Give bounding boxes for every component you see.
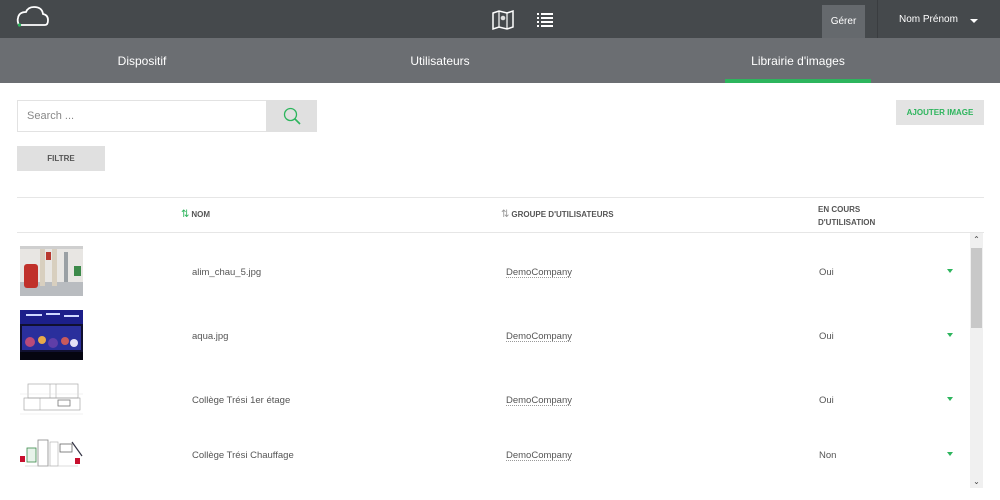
add-image-button[interactable]: AJOUTER IMAGE [896,100,984,125]
thumbnail-boiler-room-photo[interactable] [20,246,83,296]
search-input[interactable] [18,101,266,131]
user-menu[interactable]: Nom Prénom [878,0,1000,38]
filter-button[interactable]: FILTRE [17,146,105,171]
table-header-divider [17,232,984,233]
manage-button[interactable]: Gérer [822,5,865,38]
usage-status: Non [819,450,837,461]
image-name: Collège Trési Chauffage [192,450,294,461]
sort-icon: ⇅ [181,209,190,220]
search-icon [283,107,301,125]
thumbnail-floor-plan-drawing[interactable] [20,376,83,426]
caret-down-icon [970,19,978,23]
row-expand-caret-icon[interactable] [947,333,953,337]
column-header-group-label: GROUPE D'UTILISATEURS [511,210,614,219]
table-divider [17,197,984,198]
user-name: Nom Prénom [899,13,958,25]
map-icon[interactable] [491,9,515,31]
scroll-up-icon[interactable]: ⌃ [970,233,983,246]
image-name: Collège Trési 1er étage [192,395,291,406]
table-row[interactable]: Collège Trési Chauffage DemoCompany Non [17,426,967,486]
column-header-usage-line2: D'UTILISATION [818,218,876,227]
row-expand-caret-icon[interactable] [947,397,953,401]
column-header-usage: EN COURS D'UTILISATION [818,203,875,229]
user-group-link[interactable]: DemoCompany [506,450,572,461]
tab-image-library[interactable]: Librairie d'images [698,38,898,83]
tab-users[interactable]: Utilisateurs [340,38,540,83]
cloud-icon[interactable] [14,4,50,30]
usage-status: Oui [819,331,834,342]
column-header-group[interactable]: ⇅ GROUPE D'UTILISATEURS [501,209,614,220]
tab-device[interactable]: Dispositif [42,38,242,83]
table-row[interactable]: aqua.jpg DemoCompany Oui [17,306,967,366]
thumbnail-heating-schematic[interactable] [20,432,83,482]
row-expand-caret-icon[interactable] [947,269,953,273]
table-scrollbar[interactable]: ⌃ ⌄ [970,233,983,488]
column-header-name[interactable]: ⇅ NOM [181,209,210,220]
usage-status: Oui [819,267,834,278]
top-bar: Gérer Nom Prénom [0,0,1000,38]
search-button[interactable] [266,100,317,132]
image-name: alim_chau_5.jpg [192,267,262,278]
usage-status: Oui [819,395,834,406]
user-group-link[interactable]: DemoCompany [506,331,572,342]
scroll-down-icon[interactable]: ⌄ [970,475,983,488]
list-icon[interactable] [537,11,553,29]
active-tab-indicator [725,79,871,83]
image-name: aqua.jpg [192,331,229,342]
column-header-usage-line1: EN COURS [818,205,861,214]
search-box [17,100,266,132]
sort-icon: ⇅ [501,209,510,220]
user-group-link[interactable]: DemoCompany [506,267,572,278]
row-expand-caret-icon[interactable] [947,452,953,456]
user-group-link[interactable]: DemoCompany [506,395,572,406]
table-row[interactable]: Collège Trési 1er étage DemoCompany Oui [17,370,967,430]
tab-bar: Dispositif Utilisateurs Librairie d'imag… [0,38,1000,83]
scrollbar-thumb[interactable] [971,248,982,328]
thumbnail-aquarium-photo[interactable] [20,310,83,360]
column-header-name-label: NOM [191,210,211,219]
table-row[interactable]: alim_chau_5.jpg DemoCompany Oui [17,242,967,302]
